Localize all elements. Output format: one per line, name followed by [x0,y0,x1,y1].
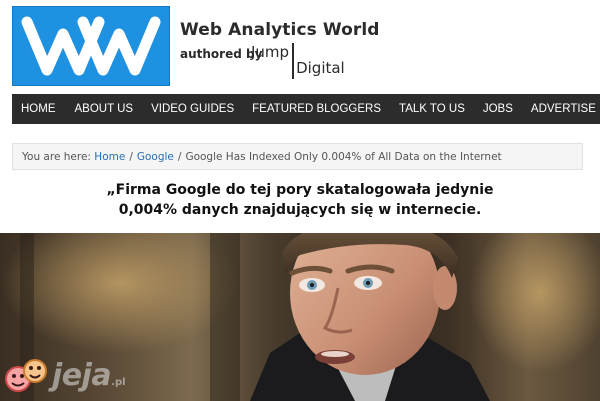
nav-home[interactable]: HOME [21,94,56,124]
meme-caption: „Firma Google do tej pory skatalogowała … [0,180,600,220]
nav-about-us[interactable]: ABOUT US [75,94,134,124]
nav-advertise[interactable]: ADVERTISE [531,94,596,124]
digital-word: Digital [296,59,345,77]
caption-line-1: „Firma Google do tej pory skatalogowała … [106,182,494,198]
jeja-watermark: jeja .pl [4,352,126,398]
nav-talk-to-us[interactable]: TALK TO US [399,94,465,124]
main-nav: HOME ABOUT US VIDEO GUIDES FEATURED BLOG… [12,94,600,124]
breadcrumb: You are here: Home / Google / Google Has… [12,143,583,170]
site-header: Web Analytics World authored by Jump Dig… [0,0,600,94]
nav-jobs[interactable]: JOBS [483,94,513,124]
breadcrumb-prefix: You are here: [22,150,91,163]
jump-digital-logo[interactable]: Jump Digital [251,43,345,79]
breadcrumb-separator: / [129,150,133,163]
jump-word: Jump [251,43,295,79]
nav-featured-bloggers[interactable]: FEATURED BLOGGERS [252,94,381,124]
site-logo[interactable] [12,6,170,86]
site-title[interactable]: Web Analytics World [180,20,380,40]
breadcrumb-current-page: Google Has Indexed Only 0.004% of All Da… [185,150,502,163]
watermark-text: jeja [52,357,112,393]
breadcrumb-google-link[interactable]: Google [137,151,174,163]
nav-video-guides[interactable]: VIDEO GUIDES [151,94,234,124]
caption-line-2: 0,004% danych znajdujących się w interne… [118,202,482,218]
watermark-tld: .pl [111,376,126,388]
smiley-faces-icon [5,359,47,392]
breadcrumb-separator: / [177,150,182,163]
breadcrumb-home-link[interactable]: Home [94,151,125,163]
ww-logo-icon [21,16,161,76]
